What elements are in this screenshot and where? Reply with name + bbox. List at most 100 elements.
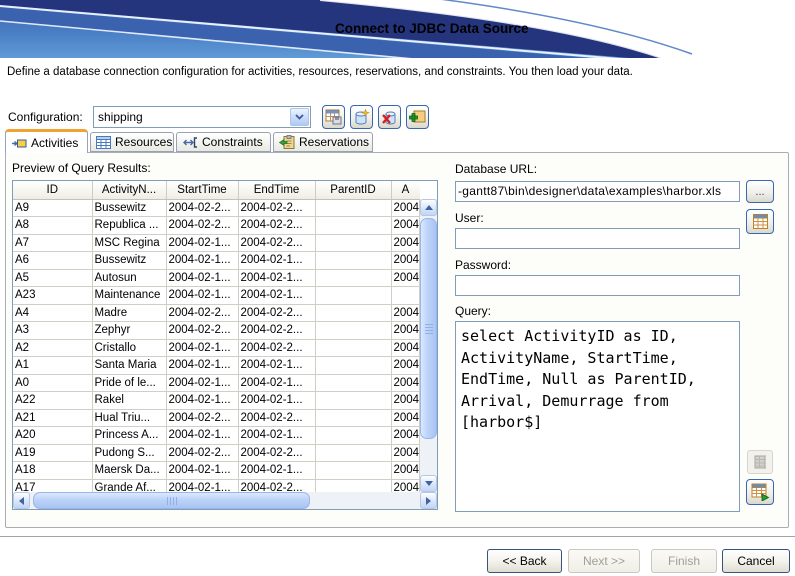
table-cell[interactable]: Pride of le... (92, 374, 166, 392)
table-cell[interactable]: A23 (13, 287, 92, 305)
dropdown-button[interactable] (290, 108, 309, 126)
table-cell[interactable]: Madre (92, 304, 166, 322)
table-cell[interactable]: 2004-02-2... (238, 479, 315, 492)
table-cell[interactable]: 2004-02-2... (238, 304, 315, 322)
table-cell[interactable] (315, 444, 391, 462)
horizontal-scrollbar[interactable] (13, 492, 437, 509)
table-cell[interactable]: A9 (13, 199, 92, 217)
table-cell[interactable]: 2004 (391, 392, 420, 410)
table-cell[interactable]: A21 (13, 409, 92, 427)
table-cell[interactable]: 2004-02-1... (166, 462, 238, 480)
table-cell[interactable] (315, 252, 391, 270)
table-cell[interactable]: A7 (13, 234, 92, 252)
table-cell[interactable]: Hual Triu... (92, 409, 166, 427)
table-cell[interactable]: 2004-02-1... (238, 269, 315, 287)
tab-constraints[interactable]: Constraints (176, 132, 271, 152)
column-header[interactable]: ParentID (315, 181, 391, 199)
column-header[interactable]: EndTime (238, 181, 315, 199)
table-cell[interactable] (315, 287, 391, 305)
table-cell[interactable]: 2004 (391, 199, 420, 217)
table-cell[interactable]: A6 (13, 252, 92, 270)
table-row[interactable]: A6Bussewitz2004-02-1...2004-02-1...2004 (13, 252, 420, 270)
table-cell[interactable]: A5 (13, 269, 92, 287)
table-cell[interactable]: Grande Af... (92, 479, 166, 492)
column-header[interactable]: ID (13, 181, 92, 199)
table-row[interactable]: A23Maintenance2004-02-1...2004-02-1... (13, 287, 420, 305)
table-cell[interactable]: 2004-02-1... (166, 392, 238, 410)
table-cell[interactable]: 2004-02-2... (238, 217, 315, 235)
table-cell[interactable]: 2004-02-2... (238, 322, 315, 340)
table-row[interactable]: A9Bussewitz2004-02-2...2004-02-2...2004 (13, 199, 420, 217)
table-cell[interactable]: 2004-02-2... (238, 409, 315, 427)
table-row[interactable]: A20Princess A...2004-02-1...2004-02-1...… (13, 427, 420, 445)
table-cell[interactable]: A18 (13, 462, 92, 480)
table-cell[interactable]: 2004-02-2... (166, 444, 238, 462)
table-cell[interactable]: 2004-02-1... (166, 374, 238, 392)
vertical-scrollbar[interactable] (420, 199, 437, 492)
add-note-button[interactable] (406, 105, 429, 129)
table-cell[interactable]: 2004-02-2... (166, 304, 238, 322)
user-input[interactable] (455, 228, 740, 249)
table-cell[interactable]: Maersk Da... (92, 462, 166, 480)
table-cell[interactable]: 2004-02-2... (166, 217, 238, 235)
table-cell[interactable]: 2004-02-1... (238, 287, 315, 305)
table-cell[interactable]: 2004-02-1... (166, 234, 238, 252)
password-input[interactable] (455, 275, 740, 296)
column-header[interactable]: A (391, 181, 420, 199)
table-cell[interactable] (315, 322, 391, 340)
back-button[interactable]: << Back (487, 549, 562, 573)
table-cell[interactable]: 2004-02-2... (238, 234, 315, 252)
tab-activities[interactable]: Activities (5, 129, 88, 153)
table-cell[interactable]: 2004-02-2... (238, 339, 315, 357)
table-cell[interactable] (315, 304, 391, 322)
save-table-button[interactable] (322, 105, 345, 129)
scroll-right-button[interactable] (420, 492, 437, 509)
table-cell[interactable]: 2004-02-1... (166, 252, 238, 270)
table-cell[interactable]: 2004 (391, 304, 420, 322)
preview-table-viewport[interactable]: IDActivityN...StartTimeEndTimeParentIDA … (13, 181, 420, 492)
table-cell[interactable]: Bussewitz (92, 199, 166, 217)
table-cell[interactable]: A22 (13, 392, 92, 410)
table-cell[interactable]: Zephyr (92, 322, 166, 340)
table-cell[interactable]: A19 (13, 444, 92, 462)
new-connection-button[interactable] (350, 105, 373, 129)
table-cell[interactable]: 2004 (391, 234, 420, 252)
column-header[interactable]: StartTime (166, 181, 238, 199)
table-cell[interactable]: 2004-02-2... (238, 199, 315, 217)
table-cell[interactable]: 2004 (391, 462, 420, 480)
table-cell[interactable]: Bussewitz (92, 252, 166, 270)
table-cell[interactable]: 2004-02-2... (238, 444, 315, 462)
column-header[interactable]: ActivityN... (92, 181, 166, 199)
table-cell[interactable]: Princess A... (92, 427, 166, 445)
table-cell[interactable]: 2004-02-2... (166, 409, 238, 427)
delete-connection-button[interactable] (378, 105, 401, 129)
table-cell[interactable] (315, 409, 391, 427)
table-cell[interactable]: 2004-02-1... (166, 339, 238, 357)
table-cell[interactable]: A17 (13, 479, 92, 492)
table-cell[interactable] (315, 339, 391, 357)
table-row[interactable]: A22Rakel2004-02-1...2004-02-1...2004 (13, 392, 420, 410)
configuration-dropdown[interactable]: shipping (93, 106, 311, 128)
table-row[interactable]: A18Maersk Da...2004-02-1...2004-02-1...2… (13, 462, 420, 480)
table-cell[interactable]: 2004-02-2... (166, 322, 238, 340)
table-row[interactable]: A3Zephyr2004-02-2...2004-02-2...2004 (13, 322, 420, 340)
database-url-input[interactable]: -gantt87\bin\designer\data\examples\harb… (455, 181, 740, 202)
table-cell[interactable]: A4 (13, 304, 92, 322)
table-row[interactable]: A21Hual Triu...2004-02-2...2004-02-2...2… (13, 409, 420, 427)
run-query-button[interactable] (746, 479, 774, 505)
scroll-left-button[interactable] (13, 492, 30, 509)
table-cell[interactable]: Santa Maria (92, 357, 166, 375)
table-cell[interactable]: 2004-02-1... (166, 427, 238, 445)
scroll-down-button[interactable] (420, 475, 437, 492)
browse-button[interactable]: ... (746, 180, 774, 203)
table-cell[interactable] (315, 357, 391, 375)
table-row[interactable]: A1Santa Maria2004-02-1...2004-02-1...200… (13, 357, 420, 375)
table-cell[interactable]: 2004-02-1... (238, 252, 315, 270)
tab-reservations[interactable]: Reservations (273, 132, 373, 152)
vertical-scrollbar-thumb[interactable] (420, 218, 437, 439)
table-cell[interactable] (391, 287, 420, 305)
pick-table-button[interactable] (746, 209, 774, 234)
table-row[interactable]: A5Autosun2004-02-1...2004-02-1...2004 (13, 269, 420, 287)
table-cell[interactable]: 2004-02-1... (238, 392, 315, 410)
table-cell[interactable] (315, 234, 391, 252)
